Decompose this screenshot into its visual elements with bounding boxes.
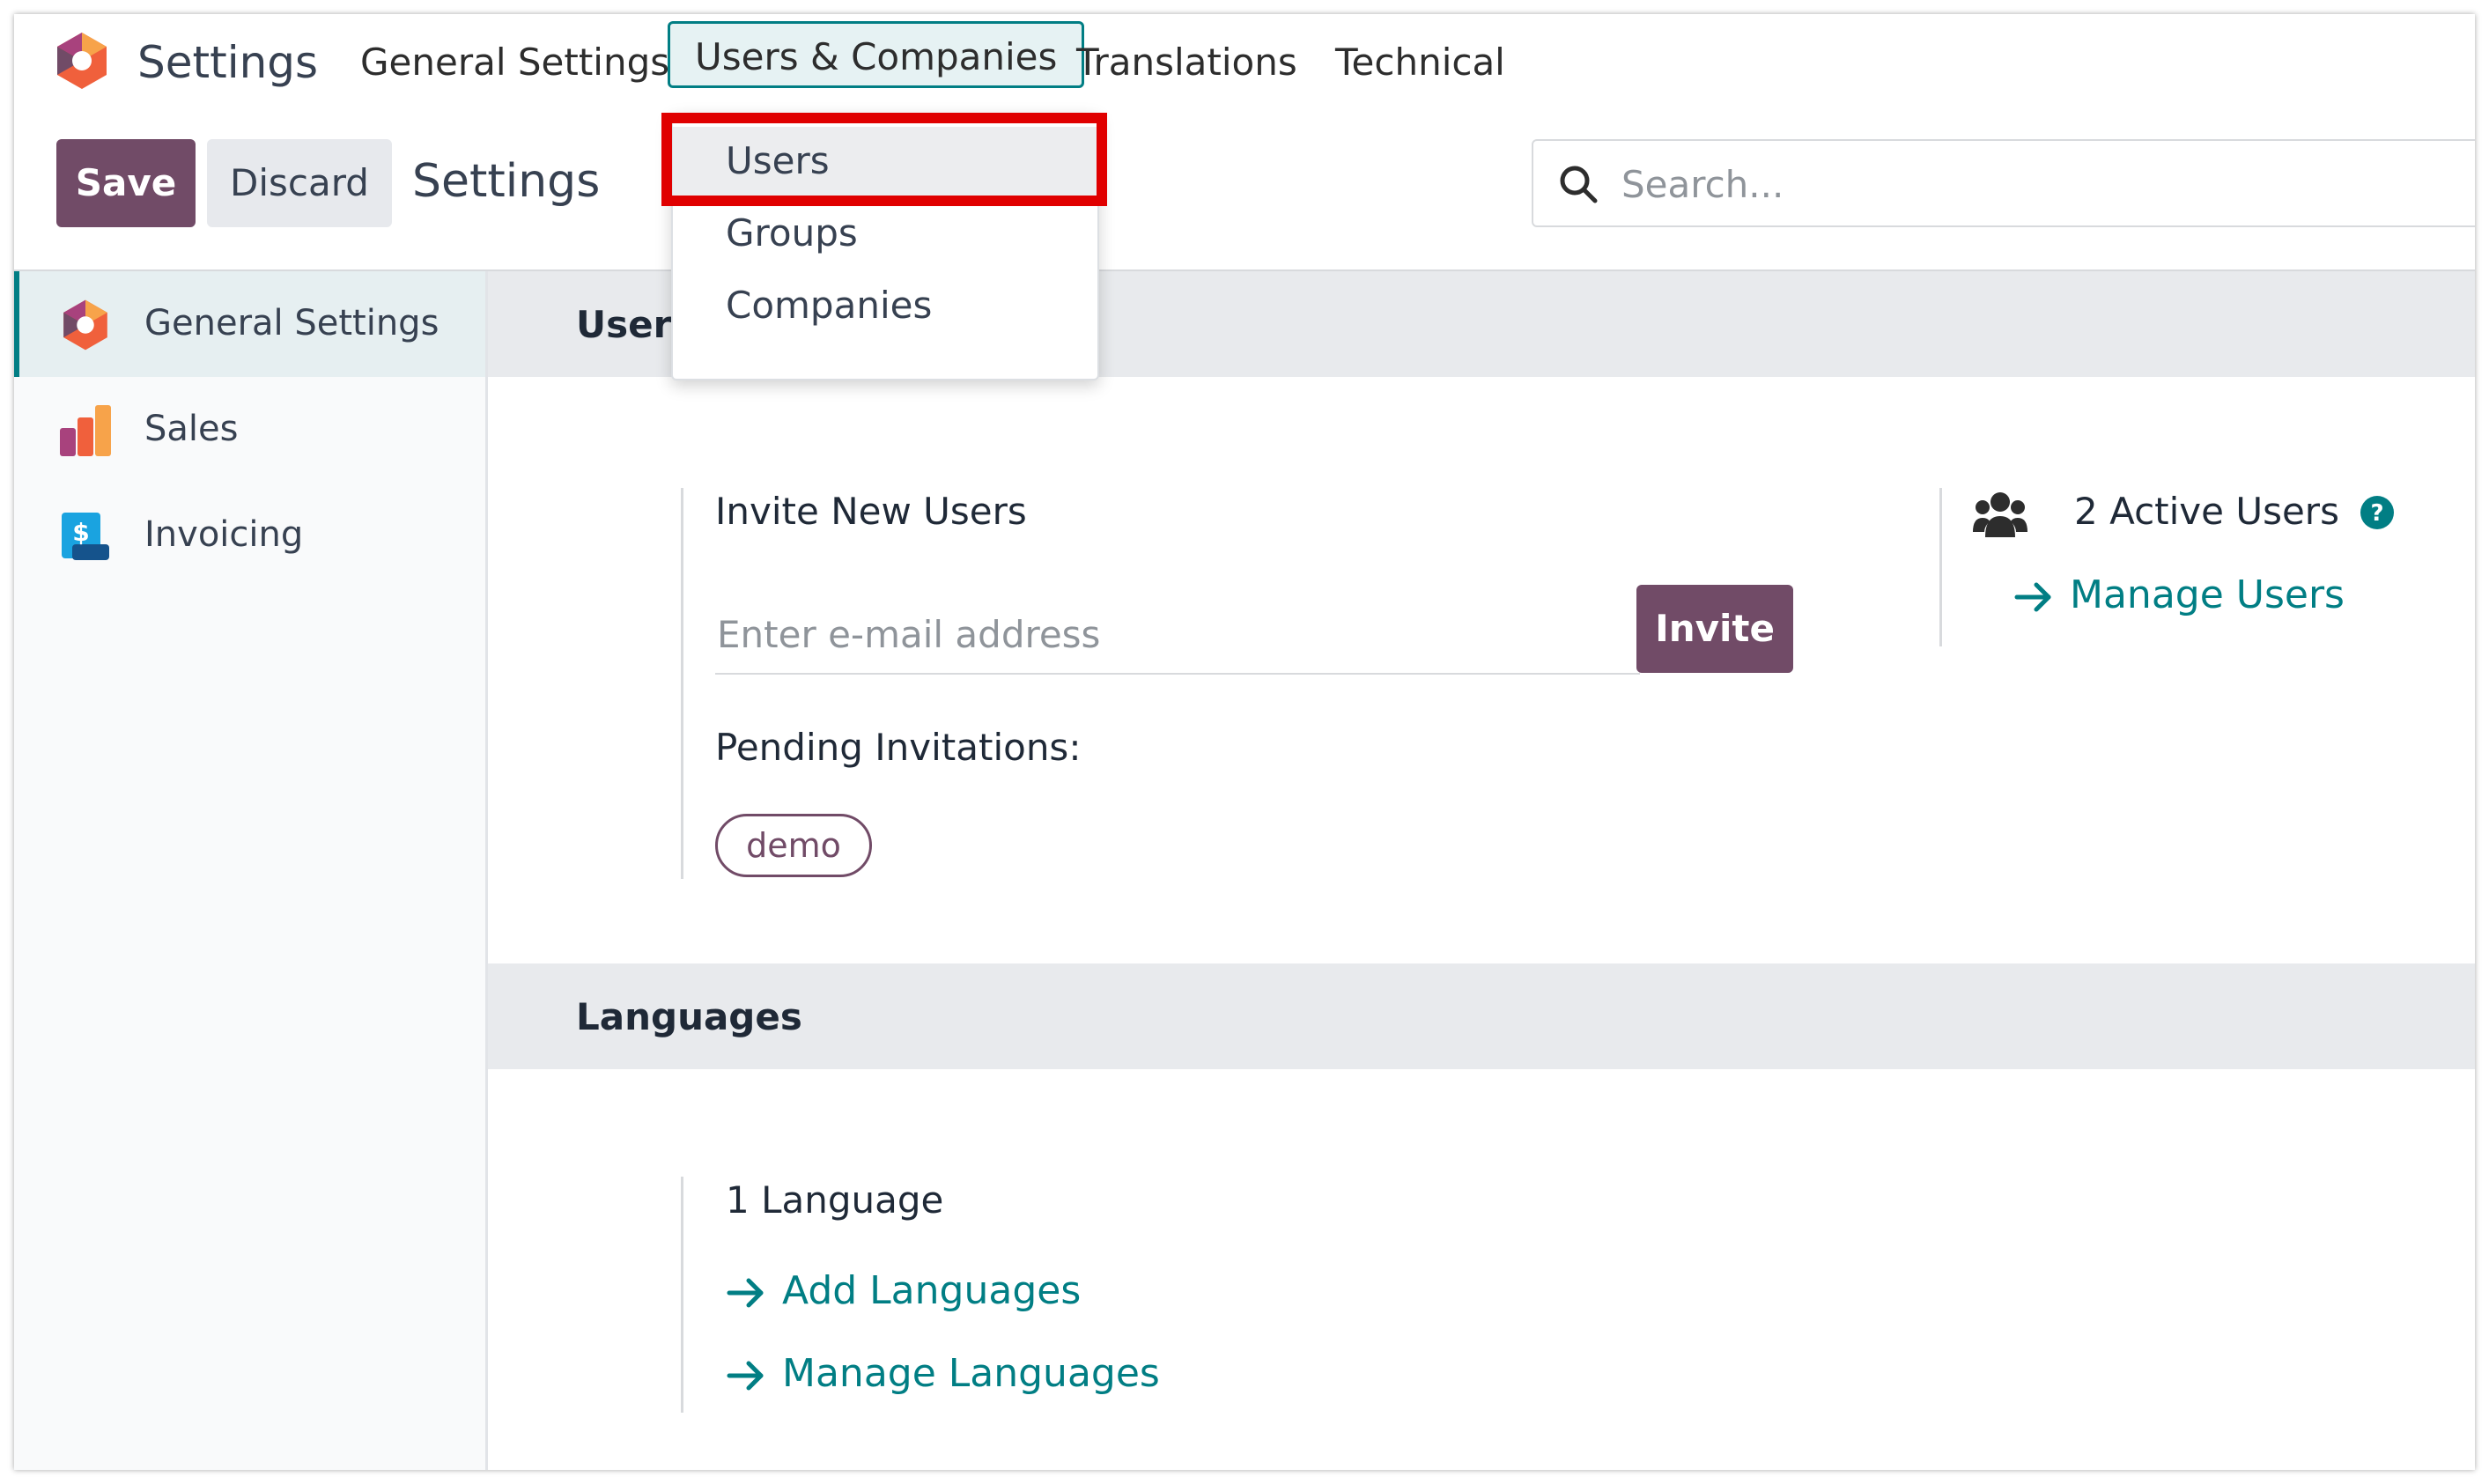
section-title: Languages	[576, 995, 802, 1038]
top-navbar: Settings General Settings Users & Compan…	[14, 14, 2475, 111]
language-count: 1 Language	[726, 1178, 944, 1222]
manage-languages-label: Manage Languages	[782, 1351, 1160, 1396]
menu-general-settings[interactable]: General Settings	[360, 41, 669, 84]
search-icon	[1560, 166, 1598, 203]
highlight-box	[661, 113, 1107, 206]
sidebar-item-general-settings[interactable]: General Settings	[14, 271, 485, 377]
menu-technical[interactable]: Technical	[1335, 41, 1505, 84]
breadcrumb: Settings	[412, 155, 601, 208]
arrow-right-icon	[727, 1278, 764, 1308]
users-icon	[1973, 492, 2027, 537]
dropdown-item-label: Groups	[726, 211, 858, 255]
search-box[interactable]	[1532, 139, 2475, 227]
app-name[interactable]: Settings	[137, 37, 318, 88]
menu-translations[interactable]: Translations	[1076, 41, 1297, 84]
help-icon[interactable]: ?	[2360, 495, 2395, 530]
arrow-right-icon	[727, 1361, 764, 1391]
sidebar-item-invoicing[interactable]: $ Invoicing	[14, 483, 485, 588]
discard-button[interactable]: Discard	[207, 139, 392, 227]
menu-users-companies[interactable]: Users & Companies	[668, 21, 1085, 88]
svg-text:$: $	[72, 518, 89, 547]
email-field[interactable]	[715, 595, 1640, 675]
dropdown-item-groups[interactable]: Groups	[673, 199, 1097, 269]
sidebar-item-label: Sales	[144, 409, 239, 449]
setting-box-divider	[681, 488, 683, 879]
manage-languages-link[interactable]: Manage Languages	[726, 1351, 1160, 1396]
settings-app-icon[interactable]	[51, 30, 113, 92]
invite-button[interactable]: Invite	[1636, 585, 1793, 673]
add-languages-link[interactable]: Add Languages	[726, 1268, 1081, 1313]
setting-box-divider	[1939, 488, 1942, 646]
app-window: Settings General Settings Users & Compan…	[14, 14, 2475, 1470]
dropdown-item-companies[interactable]: Companies	[673, 271, 1097, 342]
add-languages-label: Add Languages	[782, 1268, 1082, 1313]
settings-sidebar: General Settings Sales $ Invoicing	[14, 271, 488, 1470]
active-users-count: 2 Active Users	[2074, 490, 2339, 533]
sales-app-icon	[60, 405, 111, 456]
manage-users-label: Manage Users	[2070, 572, 2345, 617]
svg-text:?: ?	[2370, 500, 2383, 527]
invoicing-app-icon: $	[62, 513, 109, 560]
pending-invitations-label: Pending Invitations:	[715, 726, 1082, 769]
manage-users-link[interactable]: Manage Users	[2013, 572, 2345, 617]
sidebar-item-label: General Settings	[144, 303, 439, 343]
pending-invitation-tag[interactable]: demo	[715, 814, 872, 877]
sidebar-item-label: Invoicing	[144, 514, 304, 555]
setting-box-divider	[681, 1177, 683, 1413]
dropdown-item-label: Companies	[726, 284, 933, 327]
save-button[interactable]: Save	[56, 139, 196, 227]
search-input[interactable]	[1620, 157, 2416, 211]
settings-app-icon	[63, 299, 107, 351]
invite-heading: Invite New Users	[715, 490, 1027, 533]
sidebar-item-sales[interactable]: Sales	[14, 377, 485, 483]
arrow-right-icon	[2014, 582, 2051, 612]
languages-section-header: Languages	[488, 963, 2475, 1069]
